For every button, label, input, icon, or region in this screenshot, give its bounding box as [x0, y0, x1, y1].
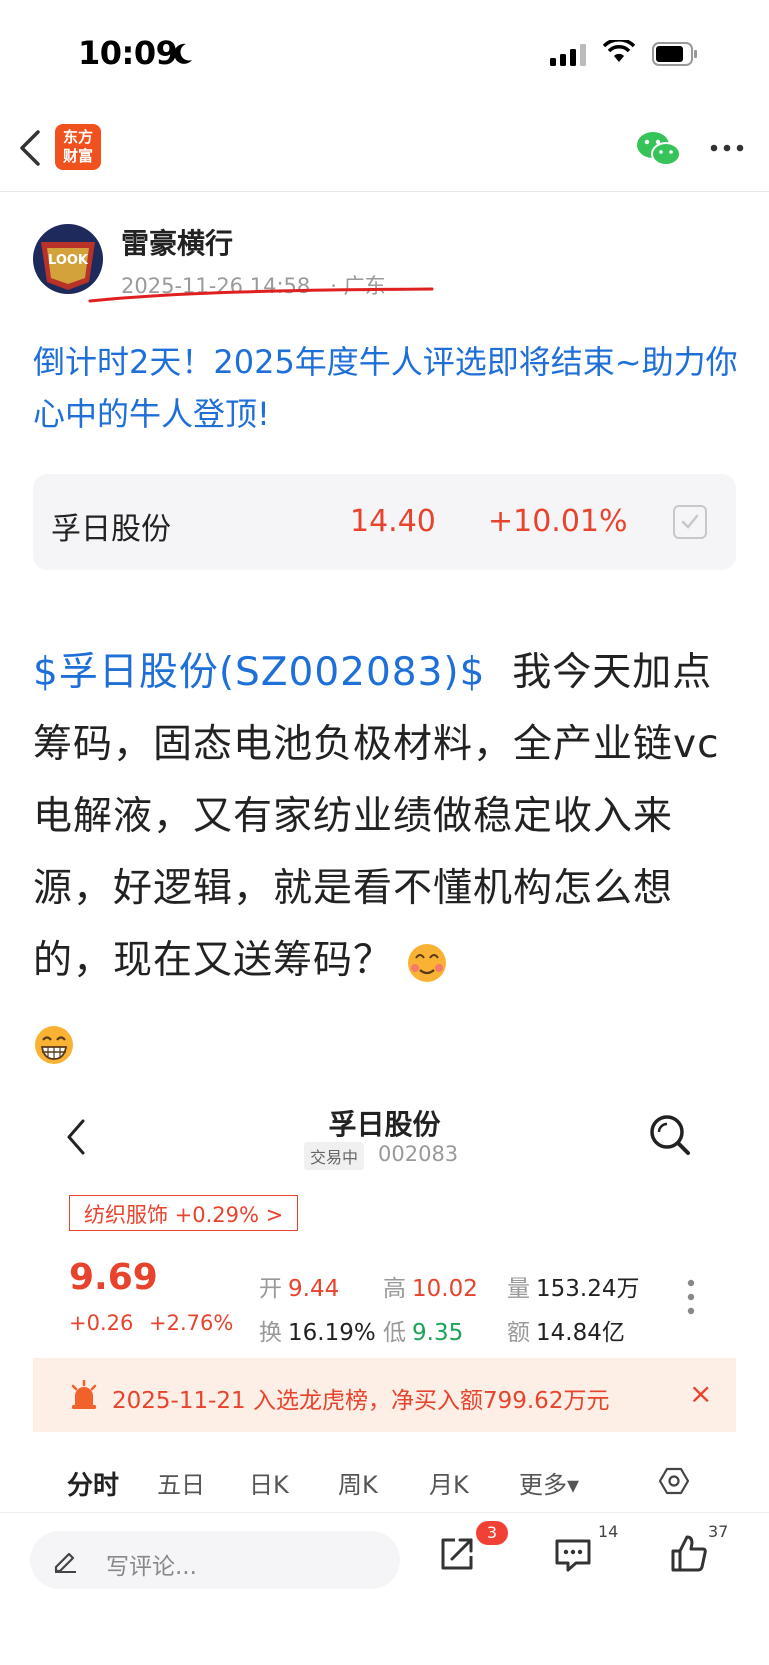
post-body: $孚日股份(SZ002083)$ 我今天加点筹码，固态电池负极材料，全产业链vc…	[33, 637, 738, 997]
moon-icon	[174, 43, 192, 64]
app-logo[interactable]: 东方财富	[55, 124, 101, 170]
stat-volume: 量 153.24万	[507, 1276, 640, 1302]
comment-placeholder: 写评论...	[106, 1554, 197, 1580]
tab-five-day: 五日	[157, 1471, 205, 1499]
comment-input[interactable]: 写评论...	[30, 1531, 400, 1589]
stock-card-change: +10.01%	[488, 504, 628, 539]
settings-icon	[659, 1467, 689, 1495]
tab-intraday: 分时	[67, 1471, 120, 1501]
battery-icon	[652, 42, 697, 66]
shot-change-pct: +2.76%	[149, 1311, 234, 1335]
alarm-icon	[71, 1380, 97, 1409]
comment-count: 14	[598, 1522, 619, 1541]
like-count: 37	[708, 1522, 729, 1541]
stat-high: 高 10.02	[383, 1276, 478, 1302]
share-icon[interactable]	[438, 1535, 476, 1573]
wifi-icon	[603, 40, 635, 62]
watchlist-checkbox[interactable]	[673, 505, 707, 539]
shot-price: 9.69	[69, 1257, 158, 1298]
comment-icon[interactable]	[554, 1537, 592, 1573]
svg-text:LOOK: LOOK	[48, 253, 89, 268]
author-name[interactable]: 雷豪横行	[121, 222, 233, 262]
tab-daily-k: 日K	[249, 1471, 289, 1499]
stock-card-name: 孚日股份	[51, 512, 171, 547]
search-icon	[650, 1115, 690, 1155]
dizzy-smile-emoji	[408, 943, 447, 982]
shot-stock-title: 孚日股份	[328, 1108, 441, 1141]
stat-open: 开 9.44	[259, 1276, 340, 1302]
thumbs-up-icon[interactable]	[670, 1533, 708, 1573]
pencil-icon	[54, 1552, 76, 1573]
avatar[interactable]: LOOK	[33, 224, 103, 294]
dragon-tiger-alert: 2025-11-21 入选龙虎榜，净买入额799.62万元 ×	[33, 1358, 736, 1432]
nav-bar: 东方财富	[0, 110, 769, 192]
post-text: 我今天加点筹码，固态电池负极材料，全产业链vc电解液，又有家纺业绩做稳定收入来源…	[33, 650, 720, 983]
stock-tag-link[interactable]: $孚日股份(SZ002083)$	[33, 650, 485, 695]
check-icon	[681, 514, 699, 529]
status-bar: 10:09	[0, 0, 769, 110]
tab-weekly-k: 周K	[338, 1471, 378, 1499]
attached-screenshot[interactable]: 孚日股份 交易中 002083 纺织服饰 +0.29% > 9.69 +0.26…	[33, 1093, 736, 1523]
stock-card-price: 14.40	[350, 504, 436, 539]
trading-status-badge: 交易中	[304, 1142, 365, 1170]
shot-change-abs: +0.26	[69, 1311, 134, 1335]
grin-emoji	[35, 1026, 73, 1064]
tab-monthly-k: 月K	[429, 1471, 469, 1499]
app-logo-text: 东方财富	[62, 128, 93, 165]
wechat-icon[interactable]	[636, 130, 682, 168]
stat-low: 低 9.35	[383, 1320, 464, 1346]
tab-more: 更多▾	[519, 1471, 580, 1499]
stat-amount: 额 14.84亿	[507, 1320, 625, 1346]
promo-banner-link[interactable]: 倒计时2天！2025年度牛人评选即将结束~助力你心中的牛人登顶!	[33, 336, 743, 440]
alert-text: 2025-11-21 入选龙虎榜，净买入额799.62万元	[112, 1388, 610, 1414]
close-icon: ×	[689, 1377, 713, 1410]
more-vertical-icon	[687, 1279, 695, 1315]
sector-tag: 纺织服饰 +0.29% >	[69, 1195, 299, 1231]
share-count-badge: 3	[476, 1521, 508, 1545]
stat-turnover: 换 16.19%	[259, 1320, 376, 1346]
status-time: 10:09	[78, 34, 178, 72]
bottom-action-bar: 写评论... 3 14 37	[0, 1512, 769, 1665]
stock-code: 002083	[378, 1142, 459, 1166]
stock-card[interactable]: 孚日股份 14.40 +10.01%	[33, 474, 736, 570]
hand-drawn-underline	[88, 287, 434, 303]
signal-icon	[550, 44, 586, 66]
more-horizontal-icon[interactable]	[710, 144, 744, 152]
chevron-left-icon[interactable]	[16, 128, 46, 168]
